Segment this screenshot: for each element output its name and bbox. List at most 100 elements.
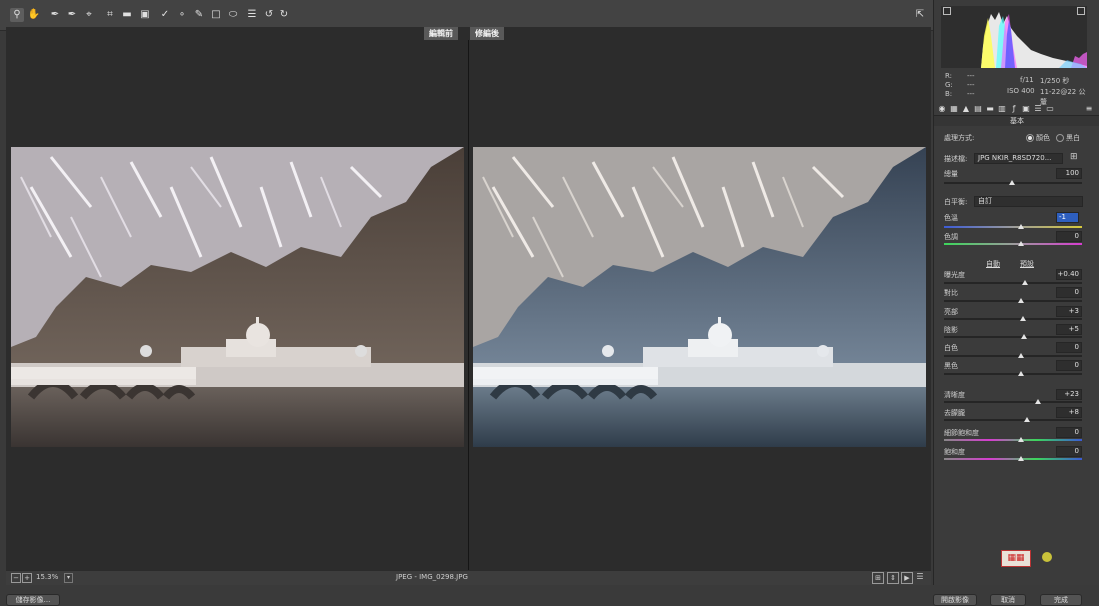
snapshots-tab-icon[interactable]: ▭ bbox=[1045, 104, 1055, 114]
exposure-slider-thumb[interactable] bbox=[1022, 280, 1028, 285]
highlight-clipping-icon[interactable] bbox=[1077, 7, 1085, 15]
white-balance-icon[interactable]: ✒ bbox=[48, 8, 62, 22]
hand-icon[interactable]: ✋ bbox=[27, 8, 41, 22]
clarity-label: 清晰度 bbox=[944, 391, 965, 399]
vibrance-slider-thumb[interactable] bbox=[1018, 437, 1024, 442]
cancel-button[interactable]: 取消 bbox=[990, 594, 1026, 606]
detail-tab-icon[interactable]: ▲ bbox=[961, 104, 971, 114]
whites-slider[interactable] bbox=[944, 353, 1082, 358]
dehaze-slider[interactable] bbox=[944, 417, 1082, 422]
preferences-icon[interactable]: ☰ bbox=[245, 8, 259, 22]
blacks-value[interactable]: 0 bbox=[1056, 360, 1082, 371]
rotate-right-icon[interactable]: ↻ bbox=[277, 8, 291, 22]
tint-slider-thumb[interactable] bbox=[1018, 241, 1024, 246]
zoom-level[interactable]: 15.3% bbox=[36, 573, 58, 581]
highlights-slider[interactable] bbox=[944, 316, 1082, 321]
contrast-slider-thumb[interactable] bbox=[1018, 298, 1024, 303]
adjustment-brush-icon[interactable]: ✎ bbox=[192, 8, 206, 22]
fx-tab-icon[interactable]: ƒ bbox=[1009, 104, 1019, 114]
contrast-slider[interactable] bbox=[944, 298, 1082, 303]
zoom-icon[interactable]: ⚲ bbox=[10, 8, 24, 22]
color-sampler-icon[interactable]: ✒ bbox=[65, 8, 79, 22]
shadows-label: 陰影 bbox=[944, 326, 958, 334]
fullscreen-icon[interactable]: ⇱ bbox=[913, 8, 927, 22]
clarity-slider[interactable] bbox=[944, 399, 1082, 404]
presets-tab-icon[interactable]: ☰ bbox=[1033, 104, 1043, 114]
whites-slider-thumb[interactable] bbox=[1018, 353, 1024, 358]
tint-value[interactable]: 0 bbox=[1056, 231, 1082, 242]
exposure-slider[interactable] bbox=[944, 280, 1082, 285]
white-balance-label: 白平衡: bbox=[944, 198, 968, 206]
zoom-in-icon[interactable]: + bbox=[22, 573, 32, 583]
clarity-value[interactable]: +23 bbox=[1056, 389, 1082, 400]
done-button[interactable]: 完成 bbox=[1040, 594, 1082, 606]
transform-icon[interactable]: ▣ bbox=[138, 8, 152, 22]
preview-settings-icon[interactable]: ☰ bbox=[915, 572, 925, 582]
g-value: --- bbox=[967, 81, 975, 89]
saturation-slider-thumb[interactable] bbox=[1018, 456, 1024, 461]
vibrance-value[interactable]: 0 bbox=[1056, 427, 1082, 438]
red-eye-icon[interactable]: ∘ bbox=[175, 8, 189, 22]
hsl-tab-icon[interactable]: ▤ bbox=[973, 104, 983, 114]
lens-tab-icon[interactable]: ▥ bbox=[997, 104, 1007, 114]
swap-icon[interactable]: ⇕ bbox=[887, 572, 899, 584]
shadows-value[interactable]: +5 bbox=[1056, 324, 1082, 335]
vibrance-slider[interactable] bbox=[944, 437, 1082, 442]
temperature-value[interactable]: -1 bbox=[1056, 212, 1079, 223]
radial-filter-icon[interactable]: ⬭ bbox=[226, 8, 240, 22]
view-mode-icon[interactable]: ⊞ bbox=[872, 572, 884, 584]
g-label: G: bbox=[945, 81, 953, 89]
contrast-value[interactable]: 0 bbox=[1056, 287, 1082, 298]
tone-curve-tab-icon[interactable]: ▦ bbox=[949, 104, 959, 114]
split-toning-tab-icon[interactable]: ▬ bbox=[985, 104, 995, 114]
temperature-slider[interactable] bbox=[944, 224, 1082, 229]
rotate-left-icon[interactable]: ↺ bbox=[262, 8, 276, 22]
temperature-slider-thumb[interactable] bbox=[1018, 224, 1024, 229]
zoom-dropdown-icon[interactable]: ▾ bbox=[64, 573, 73, 583]
treatment-color-radio[interactable] bbox=[1026, 134, 1034, 142]
treatment-label: 處理方式: bbox=[944, 134, 975, 142]
dehaze-value[interactable]: +8 bbox=[1056, 407, 1082, 418]
saturation-value[interactable]: 0 bbox=[1056, 446, 1082, 457]
copy-settings-icon[interactable]: ▶ bbox=[901, 572, 913, 584]
shadow-clipping-icon[interactable] bbox=[943, 7, 951, 15]
calibration-tab-icon[interactable]: ▣ bbox=[1021, 104, 1031, 114]
default-link[interactable]: 預設 bbox=[1020, 259, 1034, 269]
spot-removal-icon[interactable]: ✓ bbox=[158, 8, 172, 22]
treatment-bw-radio[interactable] bbox=[1056, 134, 1064, 142]
zoom-out-icon[interactable]: − bbox=[11, 573, 21, 583]
panel-tabs: ◉ ▦ ▲ ▤ ▬ ▥ ƒ ▣ ☰ ▭ ≡ bbox=[934, 103, 1099, 116]
panel-menu-icon[interactable]: ≡ bbox=[1084, 104, 1094, 114]
clarity-slider-thumb[interactable] bbox=[1035, 399, 1041, 404]
shadows-slider-thumb[interactable] bbox=[1021, 334, 1027, 339]
tint-label: 色調 bbox=[944, 233, 958, 241]
amount-slider[interactable] bbox=[944, 180, 1082, 185]
graduated-filter-icon[interactable]: □ bbox=[209, 8, 223, 22]
histogram bbox=[941, 6, 1087, 68]
file-name: JPEG - IMG_0298.JPG bbox=[396, 573, 468, 581]
basic-tab-icon[interactable]: ◉ bbox=[937, 104, 947, 114]
exposure-value[interactable]: +0.40 bbox=[1056, 269, 1082, 280]
auto-link[interactable]: 自動 bbox=[986, 259, 1000, 269]
amount-value[interactable]: 100 bbox=[1056, 168, 1082, 179]
preview-status-bar: − + 15.3% ▾ JPEG - IMG_0298.JPG ⊞ ⇕ ▶ ☰ bbox=[6, 570, 931, 585]
amount-slider-thumb[interactable] bbox=[1009, 180, 1015, 185]
whites-value[interactable]: 0 bbox=[1056, 342, 1082, 353]
open-image-button[interactable]: 開啟影像 bbox=[933, 594, 977, 606]
dehaze-slider-thumb[interactable] bbox=[1024, 417, 1030, 422]
blacks-slider-thumb[interactable] bbox=[1018, 371, 1024, 376]
saturation-slider[interactable] bbox=[944, 456, 1082, 461]
blacks-slider[interactable] bbox=[944, 371, 1082, 376]
profile-select[interactable]: JPG NKIR_R8SD720... bbox=[974, 153, 1063, 164]
highlights-slider-thumb[interactable] bbox=[1020, 316, 1026, 321]
highlights-value[interactable]: +3 bbox=[1056, 306, 1082, 317]
white-balance-select[interactable]: 自訂 bbox=[974, 196, 1083, 207]
shadows-slider[interactable] bbox=[944, 334, 1082, 339]
tint-slider[interactable] bbox=[944, 241, 1082, 246]
aperture: f/11 bbox=[1020, 76, 1034, 84]
crop-icon[interactable]: ⌗ bbox=[103, 8, 117, 22]
targeted-adjustment-icon[interactable]: ⌖ bbox=[82, 8, 96, 22]
save-image-button[interactable]: 儲存影像... bbox=[6, 594, 60, 606]
profile-browser-icon[interactable]: ⊞ bbox=[1070, 152, 1078, 162]
straighten-icon[interactable]: ▬ bbox=[120, 8, 134, 22]
